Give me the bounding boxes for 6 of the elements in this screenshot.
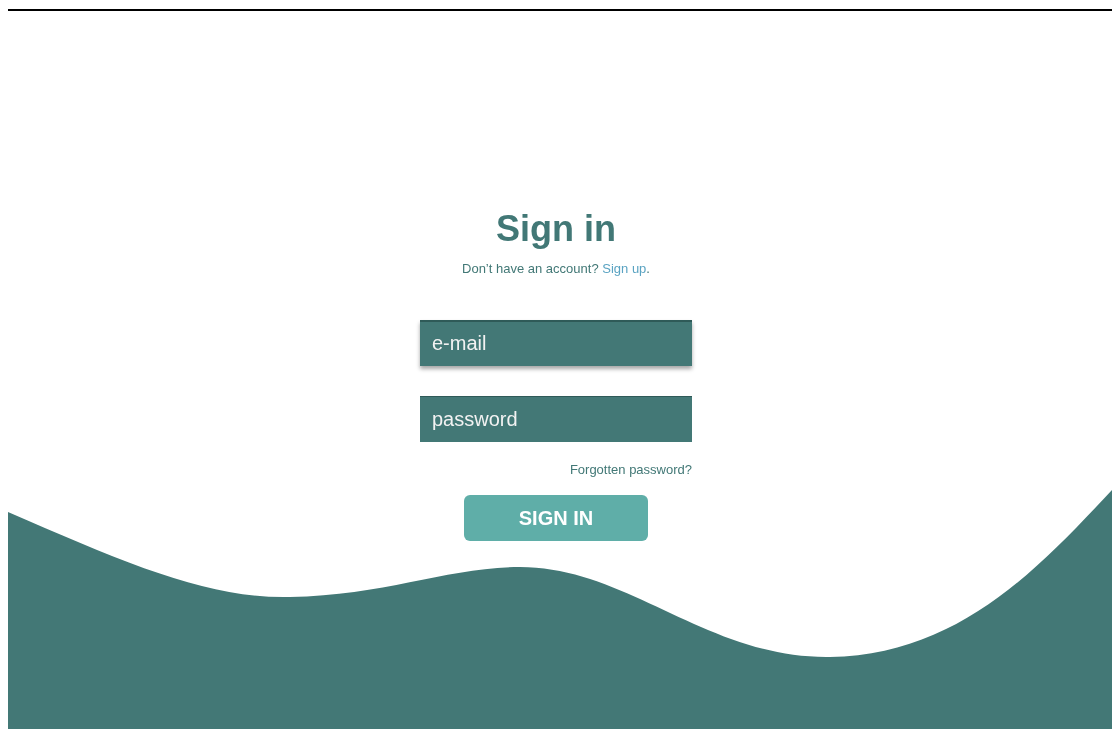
email-field[interactable]: e-mail [420,319,692,366]
signup-prompt: Don’t have an account? Sign up. [462,260,650,278]
sign-in-button[interactable]: SIGN IN [464,495,648,541]
forgot-password-link[interactable]: Forgotten password? [569,459,692,479]
page-title: Sign in [496,207,616,251]
password-field[interactable]: password [420,395,692,442]
